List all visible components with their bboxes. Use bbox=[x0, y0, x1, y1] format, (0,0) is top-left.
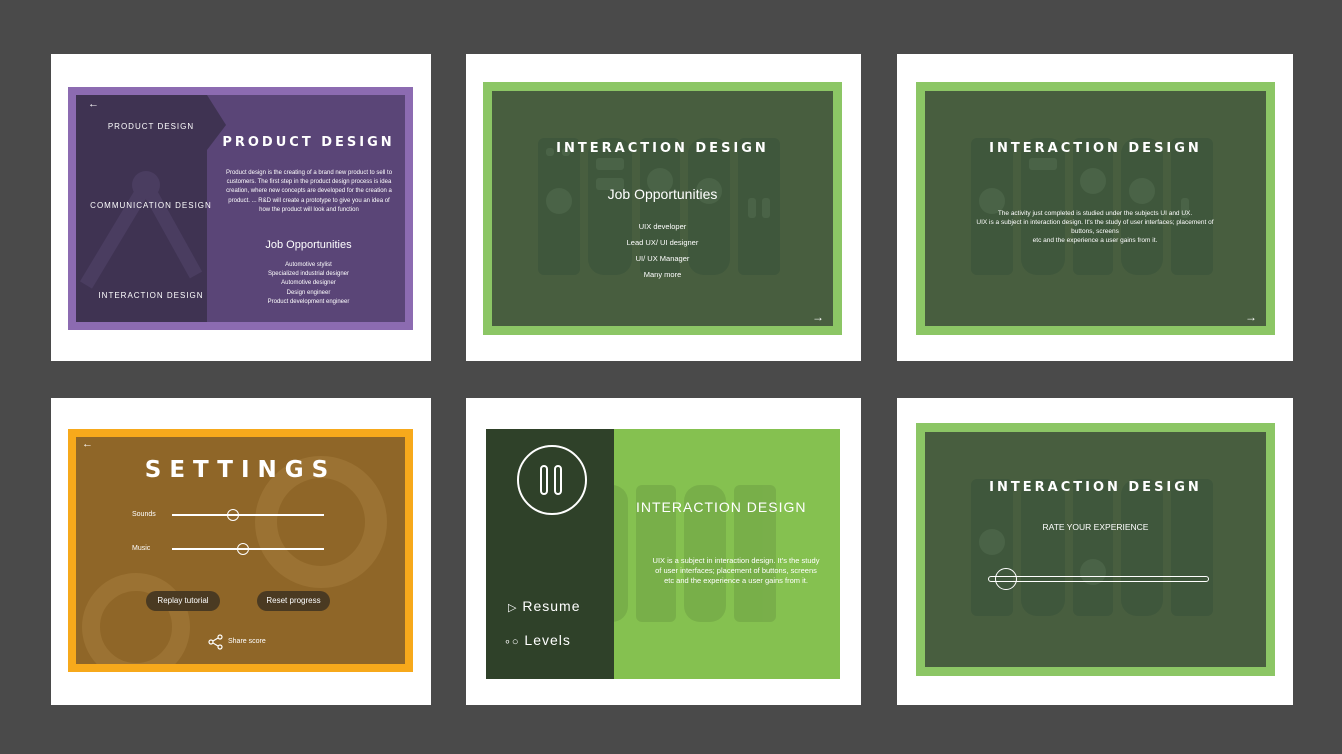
back-arrow-icon[interactable]: ← bbox=[82, 439, 93, 450]
list-item: Automotive designer bbox=[281, 280, 336, 287]
info-text: The activity just completed is studied u… bbox=[970, 209, 1220, 245]
jobs-heading: Job Opportunities bbox=[265, 239, 352, 251]
nav-item-interaction-design[interactable]: INTERACTION DESIGN bbox=[76, 291, 226, 300]
screen-interaction-jobs: INTERACTION DESIGN Job Opportunities UIX… bbox=[492, 91, 833, 326]
frame-green: INTERACTION DESIGN RATE YOUR EXPERIENCE bbox=[916, 423, 1275, 676]
list-item: Automotive stylist bbox=[285, 262, 332, 268]
rating-slider-knob[interactable] bbox=[994, 568, 1017, 590]
list-item: Product development engineer bbox=[267, 298, 350, 305]
frame-purple: ← PRODUCT DESIGN COMMUNICATION DESIGN IN… bbox=[68, 87, 413, 330]
resume-label: Resume bbox=[522, 598, 581, 614]
music-label: Music bbox=[132, 545, 151, 552]
rating-slider-track[interactable] bbox=[988, 576, 1209, 582]
page-title: INTERACTION DESIGN bbox=[989, 141, 1202, 156]
list-item: Specialized industrial designer bbox=[267, 271, 350, 278]
info-line: UIX is a subject in interaction design. … bbox=[976, 219, 1214, 235]
play-icon: ▷ bbox=[508, 602, 518, 614]
levels-button[interactable]: ∘○ Levels bbox=[504, 632, 571, 648]
card-interaction-info: INTERACTION DESIGN The activity just com… bbox=[897, 54, 1293, 361]
screen-settings: ← SETTINGS Sounds Music Replay tutorial … bbox=[76, 437, 405, 664]
info-line: UIX is a subject in interaction design. … bbox=[652, 556, 820, 575]
replay-tutorial-button[interactable]: Replay tutorial bbox=[146, 591, 220, 611]
next-arrow-icon[interactable]: → bbox=[812, 311, 824, 323]
screen-product-design: ← PRODUCT DESIGN COMMUNICATION DESIGN IN… bbox=[76, 95, 405, 322]
info-line: etc and the experience a user gains from… bbox=[664, 576, 808, 585]
remote-silhouettes bbox=[971, 138, 1213, 275]
info-text: UIX is a subject in interaction design. … bbox=[651, 556, 821, 586]
screen-interaction-info: INTERACTION DESIGN The activity just com… bbox=[925, 91, 1266, 326]
list-item: Many more bbox=[643, 270, 682, 279]
sounds-label: Sounds bbox=[132, 511, 156, 518]
side-nav: ← PRODUCT DESIGN COMMUNICATION DESIGN IN… bbox=[76, 95, 226, 322]
levels-icon: ∘○ bbox=[504, 636, 520, 648]
sounds-slider-knob[interactable] bbox=[226, 509, 239, 521]
reset-progress-button[interactable]: Reset progress bbox=[257, 591, 330, 611]
next-arrow-icon[interactable]: → bbox=[1245, 311, 1257, 323]
info-line: etc and the experience a user gains from… bbox=[1032, 237, 1158, 244]
frame-green: INTERACTION DESIGN Job Opportunities UIX… bbox=[483, 82, 842, 335]
nav-item-product-design[interactable]: PRODUCT DESIGN bbox=[76, 122, 226, 131]
jobs-list: UIX developer Lead UX/ UI designer UI/ U… bbox=[492, 219, 833, 283]
card-product-design: ← PRODUCT DESIGN COMMUNICATION DESIGN IN… bbox=[51, 54, 431, 361]
page-title: INTERACTION DESIGN bbox=[556, 141, 769, 156]
page-title: INTERACTION DESIGN bbox=[636, 499, 807, 515]
list-item: UIX developer bbox=[638, 222, 687, 231]
jobs-list: Automotive stylist Specialized industria… bbox=[216, 261, 401, 307]
card-settings: ← SETTINGS Sounds Music Replay tutorial … bbox=[51, 398, 431, 705]
description: Product design is the creating of a bran… bbox=[225, 170, 393, 213]
page-title: INTERACTION DESIGN bbox=[989, 480, 1202, 495]
sounds-slider-track[interactable] bbox=[172, 514, 324, 516]
card-rating: INTERACTION DESIGN RATE YOUR EXPERIENCE bbox=[897, 398, 1293, 705]
resume-button[interactable]: ▷ Resume bbox=[508, 598, 581, 614]
list-item: UI/ UX Manager bbox=[635, 254, 690, 263]
share-icon[interactable] bbox=[208, 634, 224, 650]
nav-item-communication-design[interactable]: COMMUNICATION DESIGN bbox=[76, 201, 226, 210]
back-arrow-icon[interactable]: ← bbox=[88, 99, 99, 110]
jobs-heading: Job Opportunities bbox=[607, 186, 718, 202]
levels-label: Levels bbox=[524, 632, 571, 648]
list-item: Design engineer bbox=[286, 289, 331, 296]
page-title: PRODUCT DESIGN bbox=[222, 135, 395, 150]
card-interaction-jobs: INTERACTION DESIGN Job Opportunities UIX… bbox=[466, 54, 861, 361]
info-line: The activity just completed is studied u… bbox=[997, 210, 1193, 217]
page-title: SETTINGS bbox=[144, 457, 337, 483]
remote-silhouettes bbox=[971, 479, 1213, 616]
share-score-label[interactable]: Share score bbox=[228, 638, 266, 645]
pause-icon[interactable] bbox=[517, 445, 587, 515]
screen-pause: INTERACTION DESIGN UIX is a subject in i… bbox=[486, 429, 840, 679]
list-item: Lead UX/ UI designer bbox=[626, 238, 699, 247]
card-pause: INTERACTION DESIGN UIX is a subject in i… bbox=[466, 398, 861, 705]
screen-rating: INTERACTION DESIGN RATE YOUR EXPERIENCE bbox=[925, 432, 1266, 667]
rate-label: RATE YOUR EXPERIENCE bbox=[1042, 522, 1149, 532]
frame-green: INTERACTION DESIGN The activity just com… bbox=[916, 82, 1275, 335]
frame-orange: ← SETTINGS Sounds Music Replay tutorial … bbox=[68, 429, 413, 672]
